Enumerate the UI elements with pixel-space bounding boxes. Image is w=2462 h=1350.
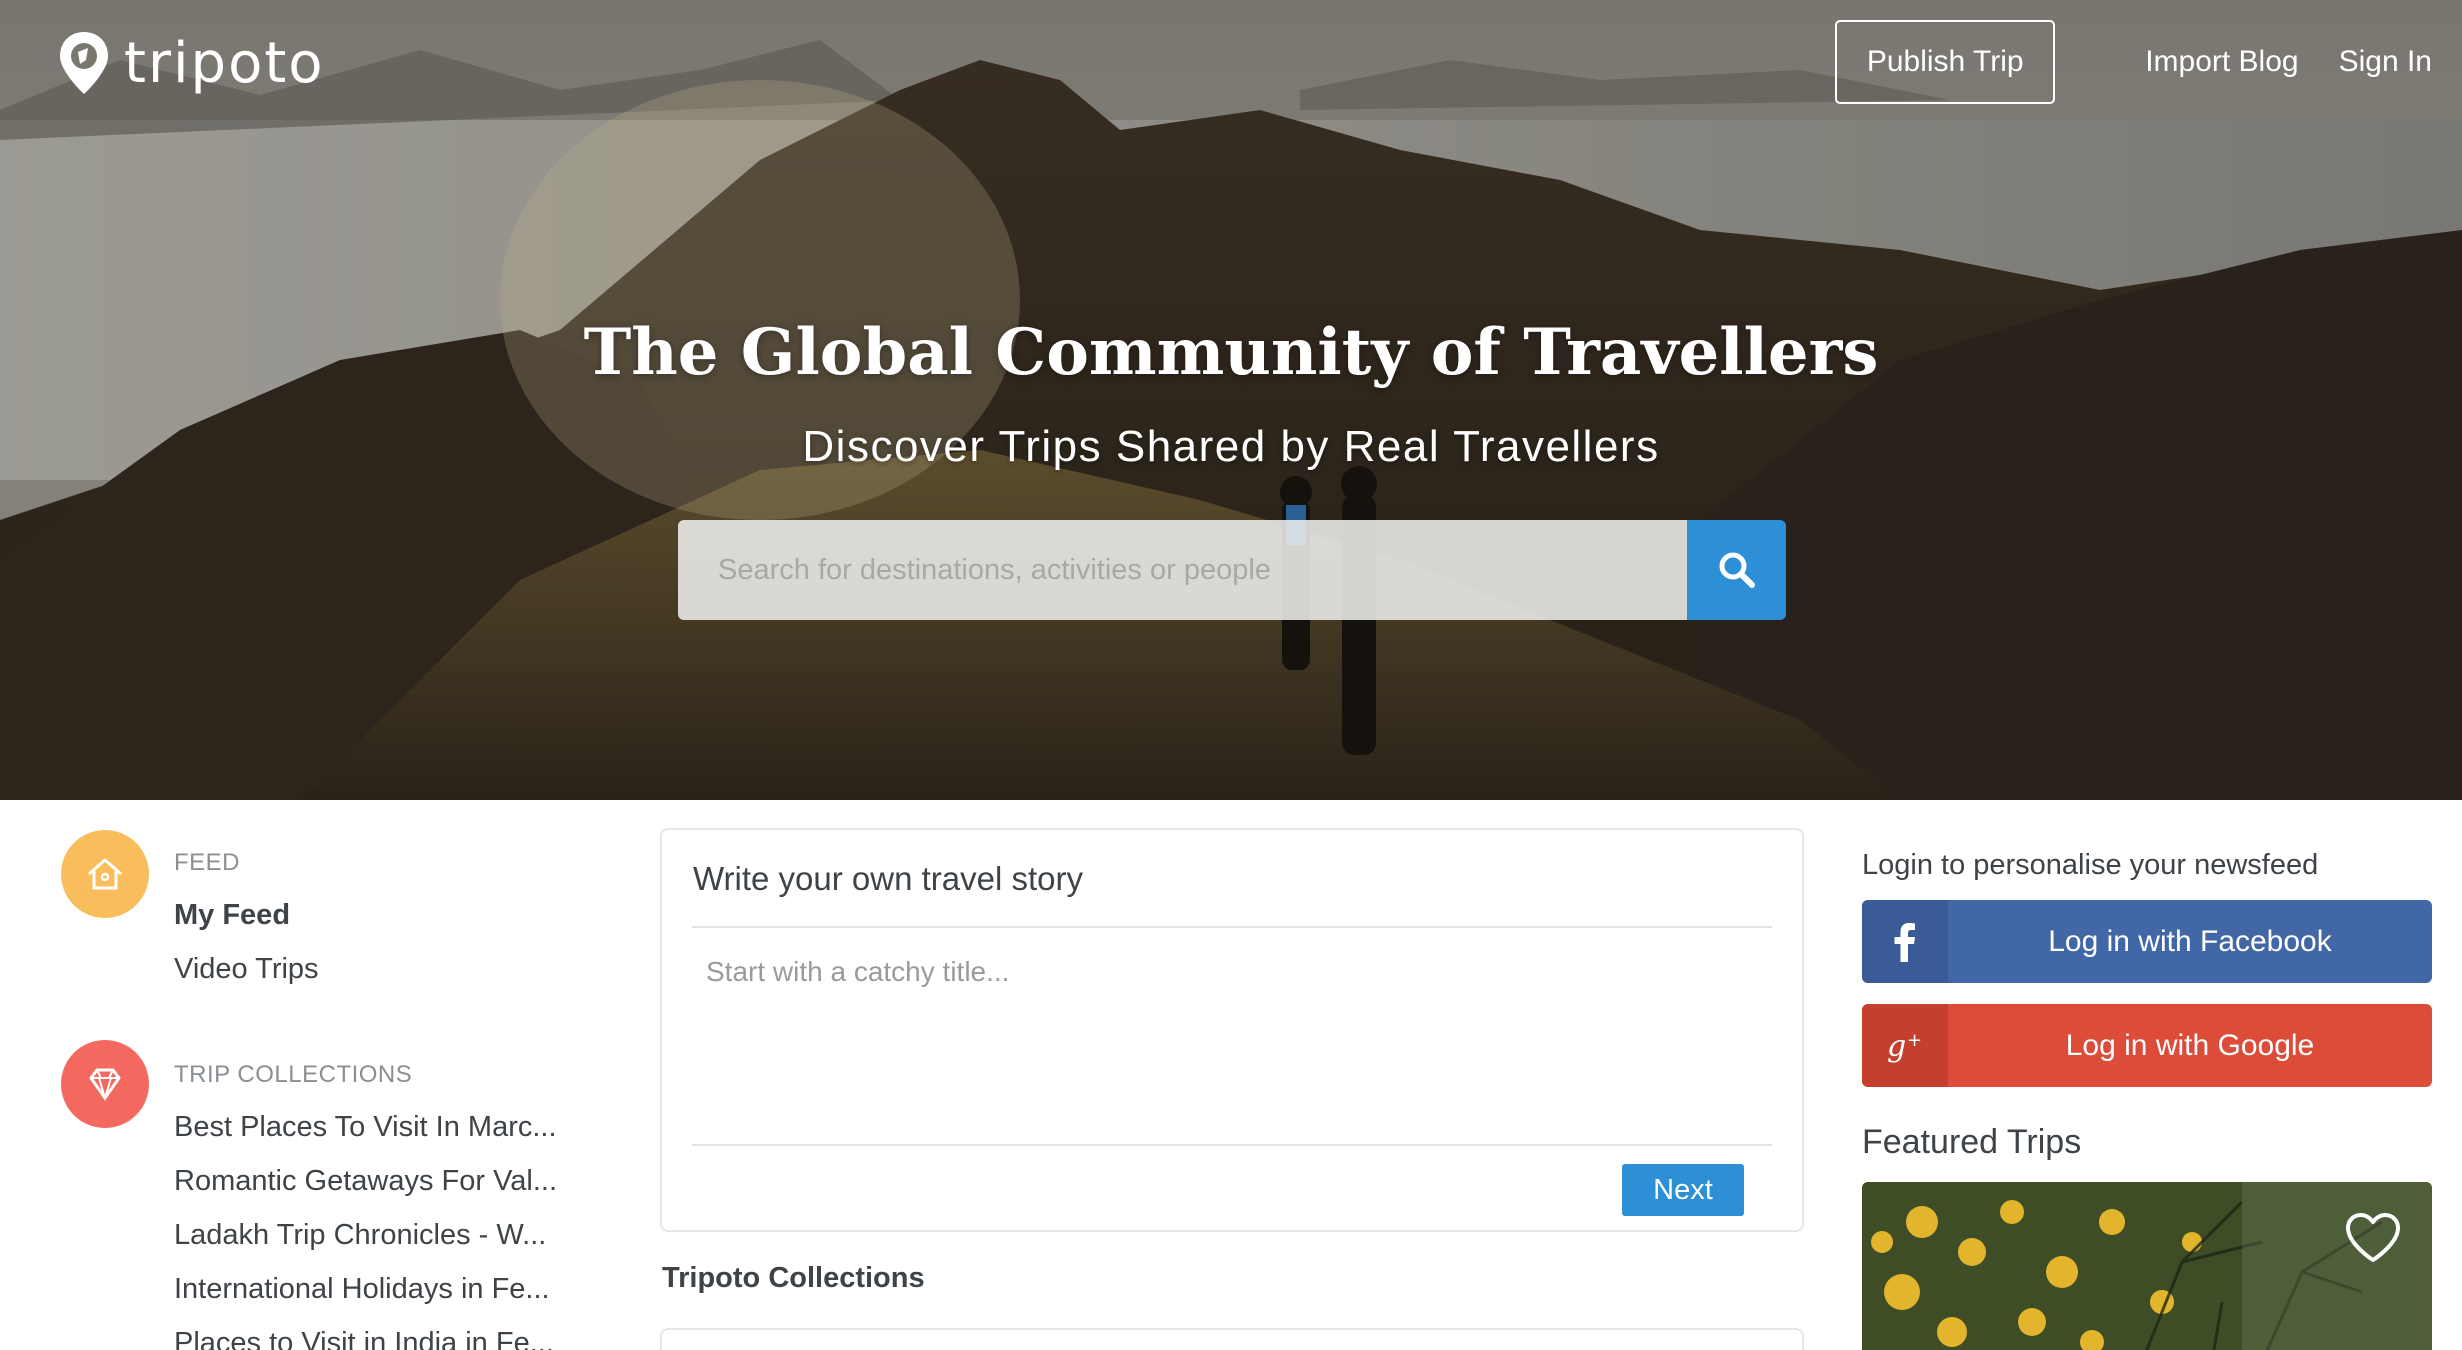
divider (692, 926, 1772, 928)
login-note: Login to personalise your newsfeed (1862, 849, 2319, 881)
location-pin-icon (60, 32, 108, 94)
sidebar-item-video-trips[interactable]: Video Trips (174, 953, 319, 986)
heart-icon[interactable] (2344, 1212, 2402, 1264)
sidebar-item-my-feed[interactable]: My Feed (174, 899, 290, 932)
collections-card (660, 1328, 1804, 1350)
hero-subtitle: Discover Trips Shared by Real Travellers (802, 422, 1660, 471)
brand-name: tripoto (124, 30, 325, 96)
import-blog-link[interactable]: Import Blog (2145, 45, 2298, 79)
sidebar-item-collection[interactable]: Best Places To Visit In Marc... (174, 1111, 557, 1144)
search-button[interactable] (1687, 520, 1786, 620)
google-plus-icon: g + (1862, 1004, 1948, 1087)
sign-in-link[interactable]: Sign In (2339, 45, 2432, 79)
diamond-icon (89, 1068, 121, 1102)
hero-banner: tripoto Publish Trip Import Blog Sign In… (0, 0, 2462, 800)
feed-heading: FEED (174, 849, 241, 876)
search-icon (1719, 552, 1755, 588)
sidebar-item-collection[interactable]: International Holidays in Fe... (174, 1273, 550, 1306)
sidebar-item-collection[interactable]: Places to Visit in India in Fe... (174, 1327, 554, 1350)
feed-icon-badge (61, 830, 149, 918)
featured-trips-heading: Featured Trips (1862, 1123, 2082, 1161)
top-nav: Publish Trip Import Blog Sign In (1835, 20, 2432, 104)
collections-icon-badge (61, 1040, 149, 1128)
facebook-login-button[interactable]: Log in with Facebook (1862, 900, 2432, 983)
next-button[interactable]: Next (1622, 1164, 1744, 1216)
publish-trip-button[interactable]: Publish Trip (1835, 20, 2056, 104)
divider (692, 1144, 1772, 1146)
write-story-card: Write your own travel story Next (660, 828, 1804, 1232)
svg-text:+: + (1907, 1030, 1922, 1051)
svg-text:g: g (1887, 1029, 1906, 1064)
google-login-label: Log in with Google (2065, 1028, 2315, 1062)
search-bar (678, 520, 1786, 620)
hero-overlay (0, 0, 2462, 800)
featured-trip-photo (1862, 1182, 2432, 1350)
search-input[interactable] (678, 520, 1687, 620)
story-card-heading: Write your own travel story (693, 860, 1084, 897)
google-login-button[interactable]: g + Log in with Google (1862, 1004, 2432, 1087)
story-title-input[interactable] (692, 940, 1772, 1004)
tripoto-collections-heading: Tripoto Collections (662, 1262, 925, 1294)
home-icon (88, 858, 122, 890)
facebook-login-label: Log in with Facebook (2048, 924, 2332, 958)
trip-collections-heading: TRIP COLLECTIONS (174, 1061, 413, 1088)
sidebar-item-collection[interactable]: Romantic Getaways For Val... (174, 1165, 557, 1198)
hero-title: The Global Community of Travellers (583, 315, 1879, 390)
featured-trip-image[interactable] (1862, 1182, 2432, 1350)
facebook-icon (1862, 900, 1948, 983)
sidebar-item-collection[interactable]: Ladakh Trip Chronicles - W... (174, 1219, 546, 1252)
tripoto-logo[interactable]: tripoto (58, 30, 325, 96)
